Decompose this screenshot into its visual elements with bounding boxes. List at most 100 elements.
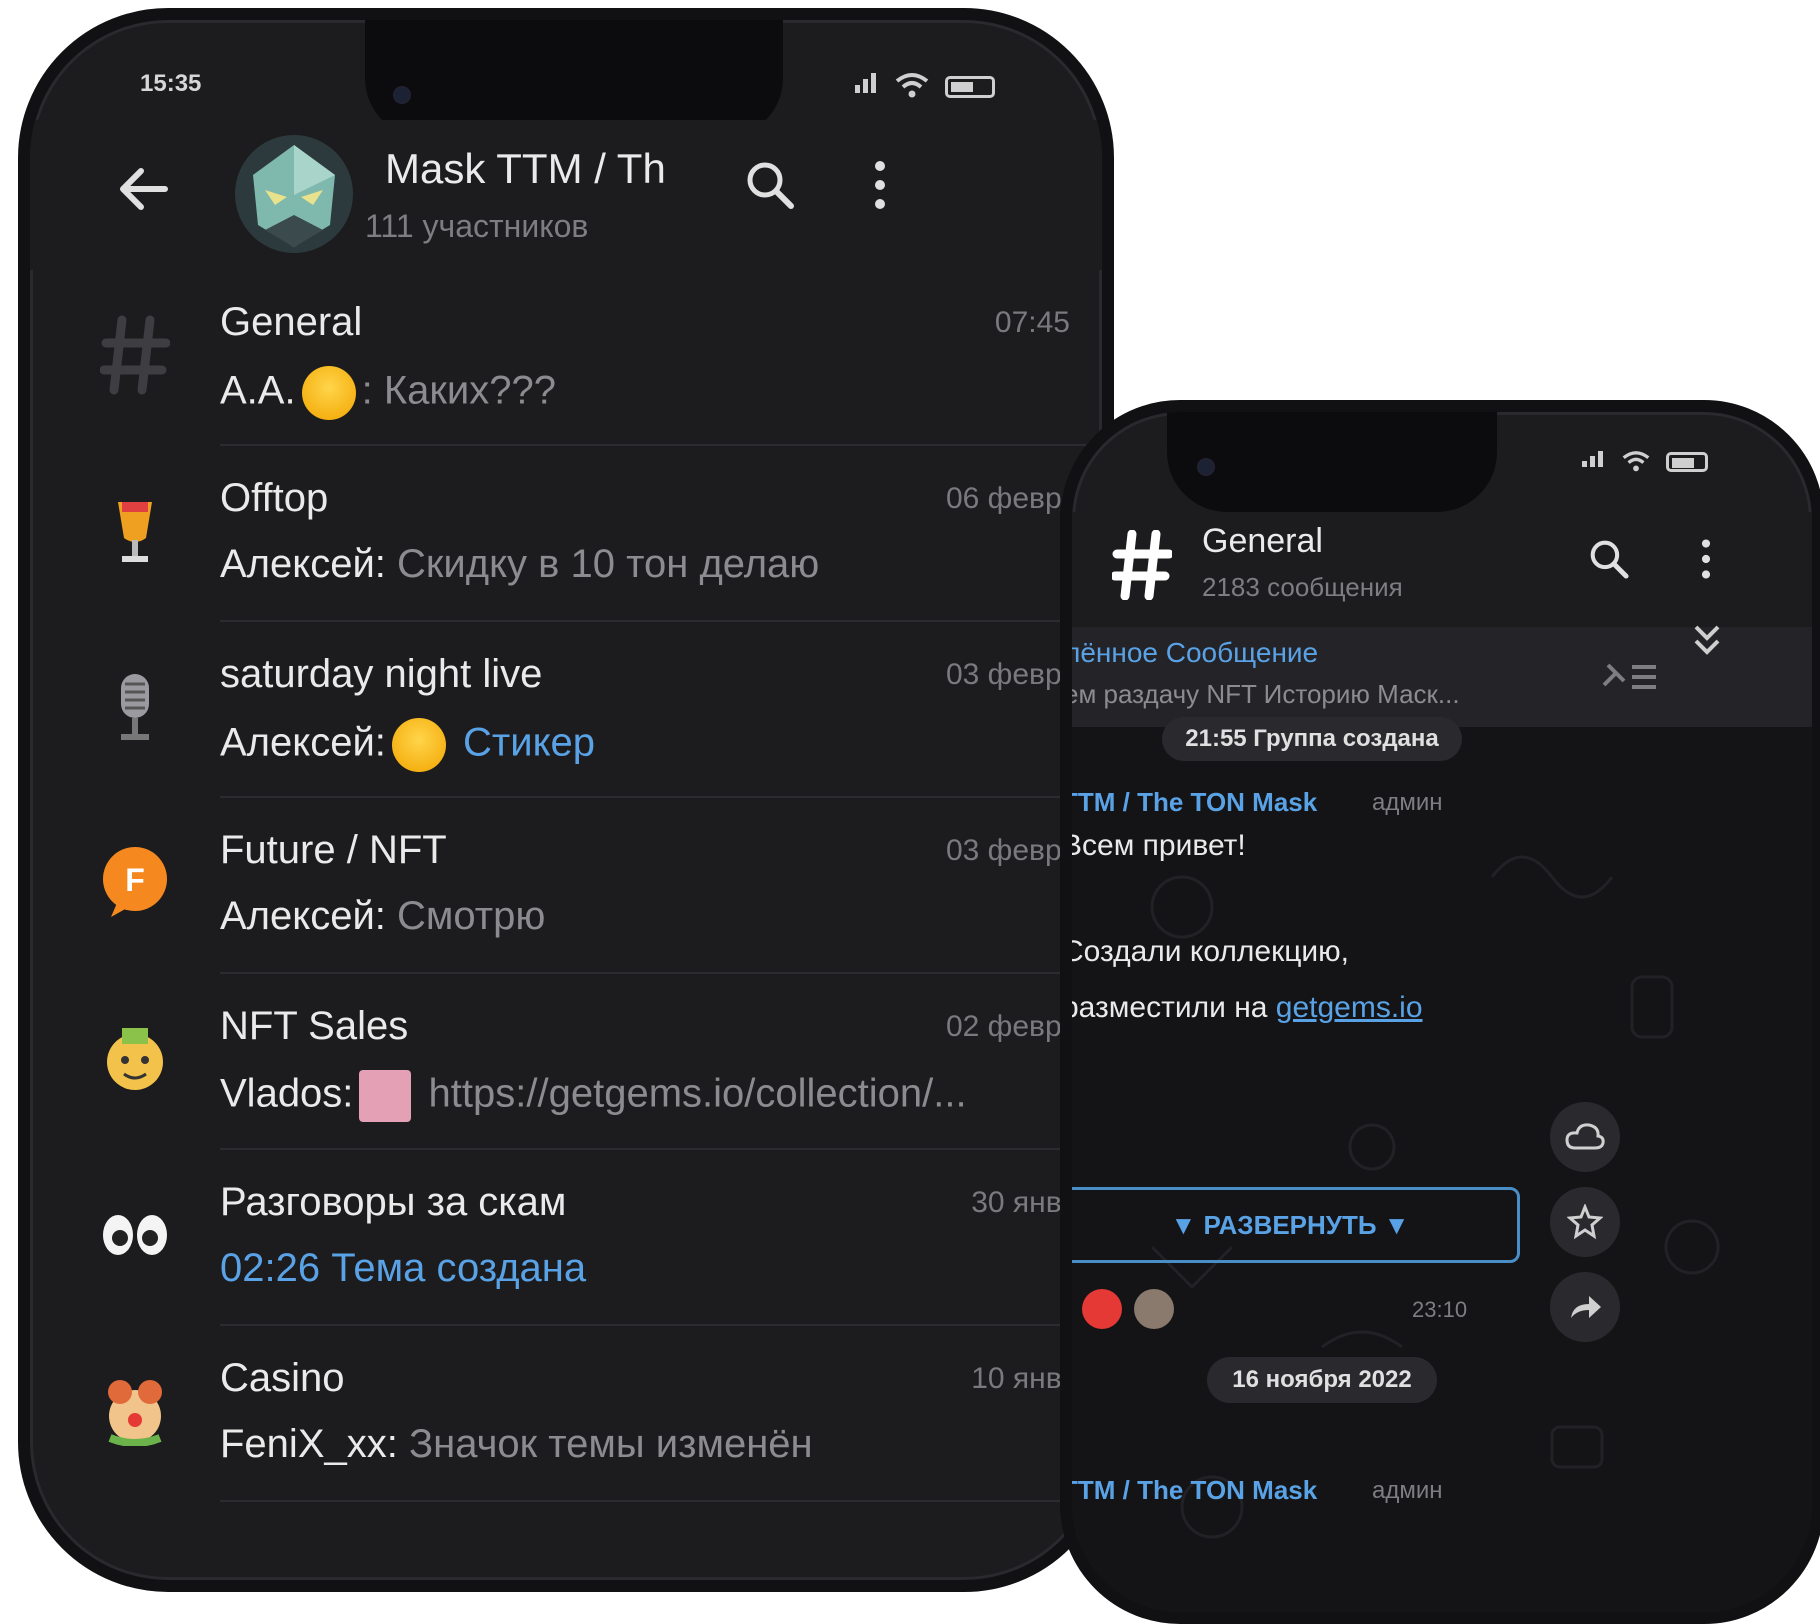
back-arrow-icon[interactable] [115, 165, 171, 218]
double-chevron-down-icon[interactable] [1692, 623, 1722, 664]
topic-title: General [220, 300, 363, 344]
phone-right: General 2183 сообщения лённое Сообщение … [1060, 400, 1820, 1624]
battery-icon [1666, 452, 1708, 472]
preview-text: Смотрю [385, 894, 546, 938]
money-face-icon [95, 1019, 175, 1099]
search-icon[interactable] [743, 158, 797, 217]
speech-bubble-f-icon: F [95, 843, 175, 923]
topic-subtitle: 2183 сообщения [1202, 572, 1403, 602]
wifi-icon [1622, 450, 1650, 472]
topic-date: 10 янв. [971, 1362, 1070, 1395]
front-camera-icon [393, 86, 411, 104]
message-text: Всем привет! [1062, 829, 1246, 862]
topic-title: Casino [220, 1356, 345, 1400]
search-icon[interactable] [1587, 537, 1631, 586]
status-icons [1582, 450, 1708, 472]
clown-icon [95, 1371, 175, 1451]
star-icon[interactable] [1550, 1187, 1620, 1257]
sender-name: FeniX_xx: [220, 1422, 398, 1466]
hashtag-icon [95, 315, 175, 395]
preview-text: Значок темы изменён [397, 1422, 813, 1466]
topic-preview: FeniX_xx: Значок темы изменён [220, 1422, 813, 1467]
topic-header: General 2183 сообщения [1072, 512, 1812, 627]
getgems-link[interactable]: getgems.io [1276, 991, 1423, 1024]
mask-avatar-icon [253, 145, 335, 247]
topic-date: 03 февр. [945, 834, 1070, 867]
pinned-title: лённое Сообщение [1064, 637, 1319, 668]
message-time: 23:10 [1412, 1297, 1468, 1322]
upside-down-face-icon [301, 366, 356, 420]
eyes-icon [95, 1195, 175, 1275]
pinned-list-icon[interactable] [1602, 657, 1658, 702]
topic-row[interactable]: NFT Sales 02 февр. Vlados: https://getge… [30, 974, 1102, 1150]
topic-title: saturday night live [220, 652, 543, 696]
hashtag-icon [1110, 529, 1174, 605]
preview-text: Скидку в 10 тон делаю [385, 542, 820, 586]
cloud-icon[interactable] [1550, 1102, 1620, 1172]
preview-text: Стикер [451, 720, 596, 765]
signal-icon [1582, 451, 1606, 472]
admin-badge: админ [1372, 1477, 1443, 1504]
wifi-icon [895, 72, 929, 98]
phone-notch [365, 20, 783, 138]
reactions[interactable] [1082, 1289, 1175, 1334]
topic-title: Разговоры за скам [220, 1180, 567, 1224]
image-thumbnail [359, 1070, 412, 1122]
topic-row[interactable]: saturday night live 03 февр. Алексей: Ст… [30, 622, 1102, 798]
message-author: TTM / The TON Mask [1062, 787, 1318, 817]
group-header: Mask TTM / Th 111 участников [30, 120, 1102, 270]
front-camera-icon [1197, 458, 1215, 476]
topic-title: General [1202, 522, 1323, 560]
divider [220, 1500, 1102, 1502]
topic-date: 07:45 [994, 306, 1070, 339]
admin-badge: админ [1372, 789, 1443, 816]
sender-name: Алексей: [220, 894, 386, 938]
message-text-prefix: разместили на [1062, 991, 1276, 1024]
topic-title: NFT Sales [220, 1004, 409, 1048]
topic-preview: Алексей: Стикер [220, 718, 595, 772]
topic-preview: А.А. : Каких??? [220, 366, 556, 420]
service-message: 21:55 Группа создана [1162, 717, 1462, 761]
topic-preview: Vlados: https://getgems.io/collection/..… [220, 1070, 967, 1122]
phone-notch [1167, 412, 1497, 512]
topic-date: 30 янв. [971, 1186, 1070, 1219]
topic-preview: Алексей: Смотрю [220, 894, 545, 939]
share-icon[interactable] [1550, 1272, 1620, 1342]
chat-area[interactable]: 21:55 Группа создана TTM / The TON Mask … [1072, 717, 1812, 1612]
topic-preview: Алексей: Скидку в 10 тон делаю [220, 542, 819, 587]
phone-left: 15:35 Mask TTM / Th 111 участников Gener… [18, 8, 1114, 1592]
pinned-text: ем раздачу NFT Историю Маск... [1064, 679, 1460, 709]
topic-date: 02 февр. [945, 1010, 1070, 1043]
topic-date: 03 февр. [945, 658, 1070, 691]
message-text: разместили на getgems.io [1062, 991, 1423, 1025]
topic-row[interactable]: General 07:45 А.А. : Каких??? [30, 270, 1102, 446]
sender-name: А.А. [220, 368, 296, 413]
status-time: 15:35 [140, 70, 202, 97]
topic-row[interactable]: Разговоры за скам 30 янв. 02:26 Тема соз… [30, 1150, 1102, 1326]
topic-row[interactable]: F Future / NFT 03 февр. Алексей: Смотрю [30, 798, 1102, 974]
microphone-icon [95, 667, 175, 747]
message-author: TTM / The TON Mask [1062, 1475, 1318, 1505]
topic-title: Offtop [220, 476, 329, 520]
heart-reaction-icon[interactable] [1082, 1289, 1122, 1329]
battery-icon [945, 76, 995, 98]
svg-text:F: F [125, 862, 145, 898]
cocktail-icon [95, 491, 175, 571]
topic-title: Future / NFT [220, 828, 447, 872]
preview-text: : Каких??? [361, 368, 556, 413]
more-menu-icon[interactable] [873, 158, 887, 217]
zany-face-icon [391, 718, 446, 772]
group-avatar[interactable] [235, 135, 353, 253]
message-text: Создали коллекцию, [1062, 935, 1349, 968]
more-menu-icon[interactable] [1700, 537, 1712, 586]
pinned-message-bar[interactable]: лённое Сообщение ем раздачу NFT Историю … [1072, 625, 1812, 727]
group-title: Mask TTM / Th [385, 145, 666, 192]
topic-row[interactable]: Casino 10 янв. FeniX_xx: Значок темы изм… [30, 1326, 1102, 1502]
topic-row[interactable]: Offtop 06 февр. Алексей: Скидку в 10 тон… [30, 446, 1102, 622]
date-chip: 16 ноября 2022 [1207, 1357, 1437, 1403]
user-avatar [1134, 1289, 1175, 1329]
signal-icon [855, 73, 879, 98]
expand-button[interactable]: ▼ РАЗВЕРНУТЬ ▼ [1072, 1187, 1520, 1263]
preview-text: 02:26 Тема создана [220, 1246, 587, 1290]
sender-name: Алексей: [220, 720, 386, 765]
